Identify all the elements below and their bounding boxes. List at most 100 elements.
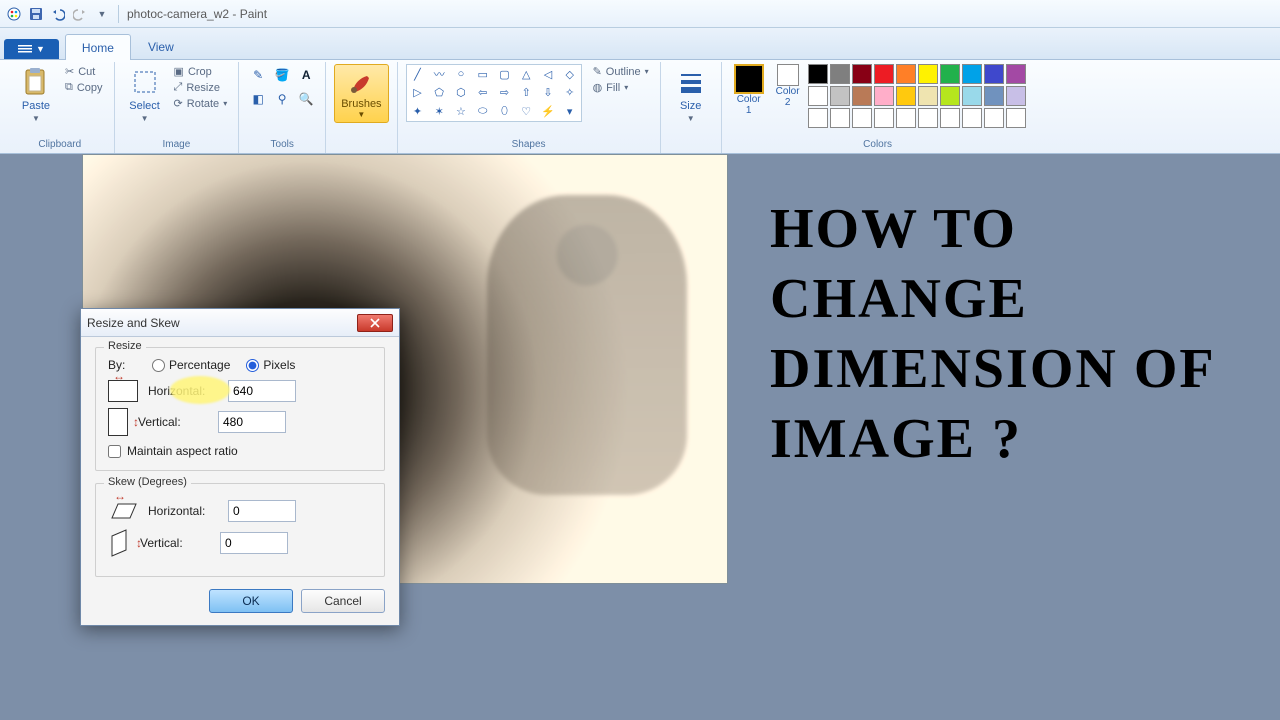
color2-button[interactable]: Color 2 (772, 64, 804, 108)
rotate-button[interactable]: ⟳Rotate ▾ (171, 96, 231, 111)
ribbon-tabs: ▼ Home View (0, 28, 1280, 60)
undo-icon[interactable] (50, 6, 66, 22)
palette-swatch[interactable] (940, 64, 960, 84)
group-label-tools: Tools (247, 138, 317, 152)
qat-dropdown-icon[interactable]: ▼ (94, 6, 110, 22)
select-button[interactable]: Select ▼ (123, 64, 167, 125)
overlay-caption: How to change dimension of image ? (770, 194, 1278, 474)
copy-button[interactable]: ⧉Copy (62, 80, 106, 95)
resize-horizontal-input[interactable] (228, 380, 296, 402)
pencil-tool[interactable]: ✎ (247, 64, 269, 86)
group-label-size (669, 138, 713, 152)
palette-swatch[interactable] (808, 64, 828, 84)
group-brushes: Brushes ▼ (326, 62, 397, 153)
resize-legend: Resize (104, 340, 146, 352)
close-button[interactable] (357, 314, 393, 332)
resize-button[interactable]: ⤢Resize (171, 80, 231, 95)
palette-swatch[interactable] (1006, 108, 1026, 128)
palette-swatch[interactable] (808, 108, 828, 128)
palette-swatch[interactable] (830, 64, 850, 84)
palette-swatch[interactable] (808, 86, 828, 106)
group-label-image: Image (123, 138, 231, 152)
palette-swatch[interactable] (962, 86, 982, 106)
radio-percentage[interactable]: Percentage (152, 358, 230, 372)
palette-swatch[interactable] (1006, 64, 1026, 84)
group-label-clipboard: Clipboard (14, 138, 106, 152)
crop-button[interactable]: ▣Crop (171, 64, 231, 79)
cut-button[interactable]: ✂Cut (62, 64, 106, 79)
window-title: photoc-camera_w2 - Paint (127, 7, 267, 21)
palette-swatch[interactable] (830, 108, 850, 128)
tab-home[interactable]: Home (65, 34, 131, 60)
skew-vertical-input[interactable] (220, 532, 288, 554)
group-clipboard: Paste ▼ ✂Cut ⧉Copy Clipboard (6, 62, 115, 153)
palette-swatch[interactable] (896, 64, 916, 84)
palette-swatch[interactable] (984, 64, 1004, 84)
palette-swatch[interactable] (940, 108, 960, 128)
palette-swatch[interactable] (918, 108, 938, 128)
shape-fill-button[interactable]: ◍Fill ▾ (590, 80, 652, 95)
picker-tool[interactable]: ⚲ (271, 88, 293, 110)
titlebar-divider (118, 5, 119, 23)
ribbon: Paste ▼ ✂Cut ⧉Copy Clipboard Select ▼ ▣C… (0, 60, 1280, 154)
skew-v-icon: ↕ (108, 528, 130, 558)
text-tool[interactable]: A (295, 64, 317, 86)
skew-h-icon: ↔ (108, 500, 138, 522)
palette-swatch[interactable] (962, 64, 982, 84)
close-icon (369, 318, 381, 328)
magnifier-tool[interactable]: 🔍 (295, 88, 317, 110)
resize-fieldset: Resize By: Percentage Pixels ↔ Horizonta… (95, 347, 385, 471)
cancel-button[interactable]: Cancel (301, 589, 385, 613)
palette-swatch[interactable] (1006, 86, 1026, 106)
color1-swatch (734, 64, 764, 94)
palette-swatch[interactable] (874, 86, 894, 106)
tab-view[interactable]: View (131, 33, 191, 59)
color-palette[interactable] (808, 64, 1026, 128)
color1-button[interactable]: Color 1 (730, 64, 768, 116)
shapes-gallery[interactable]: ╱〰○▭▢△◁◇ ▷⬠⬡⇦⇨⇧⇩✧ ✦✶☆⬭⬯♡⚡▾ (406, 64, 582, 122)
palette-swatch[interactable] (962, 108, 982, 128)
palette-swatch[interactable] (896, 86, 916, 106)
ok-button[interactable]: OK (209, 589, 293, 613)
app-icon (6, 6, 22, 22)
rotate-icon: ⟳ (174, 97, 183, 110)
palette-swatch[interactable] (896, 108, 916, 128)
palette-swatch[interactable] (830, 86, 850, 106)
save-icon[interactable] (28, 6, 44, 22)
cut-icon: ✂ (65, 65, 74, 78)
palette-swatch[interactable] (940, 86, 960, 106)
maintain-aspect-checkbox[interactable]: Maintain aspect ratio (108, 444, 372, 458)
resize-vertical-input[interactable] (218, 411, 286, 433)
size-icon (675, 66, 707, 98)
dialog-titlebar[interactable]: Resize and Skew (81, 309, 399, 337)
skew-horizontal-input[interactable] (228, 500, 296, 522)
group-size: Size ▼ (661, 62, 722, 153)
palette-swatch[interactable] (852, 108, 872, 128)
fill-tool[interactable]: 🪣 (271, 64, 293, 86)
group-colors: Color 1 Color 2 Colors (722, 62, 1034, 153)
palette-swatch[interactable] (918, 64, 938, 84)
resize-v-icon: ↕ (108, 408, 128, 436)
skew-fieldset: Skew (Degrees) ↔ Horizontal: ↕ Vertical: (95, 483, 385, 577)
crop-icon: ▣ (174, 65, 184, 78)
palette-swatch[interactable] (984, 86, 1004, 106)
brush-icon (346, 68, 376, 98)
brushes-button[interactable]: Brushes ▼ (334, 64, 388, 123)
redo-icon[interactable] (72, 6, 88, 22)
resize-h-icon: ↔ (108, 380, 138, 402)
copy-icon: ⧉ (65, 81, 73, 94)
size-button[interactable]: Size ▼ (669, 64, 713, 125)
palette-swatch[interactable] (984, 108, 1004, 128)
palette-swatch[interactable] (852, 64, 872, 84)
eraser-tool[interactable]: ◧ (247, 88, 269, 110)
palette-swatch[interactable] (874, 64, 894, 84)
resize-icon: ⤢ (174, 81, 183, 94)
radio-pixels[interactable]: Pixels (246, 358, 295, 372)
file-tab[interactable]: ▼ (4, 39, 59, 59)
palette-swatch[interactable] (918, 86, 938, 106)
palette-swatch[interactable] (852, 86, 872, 106)
paste-button[interactable]: Paste ▼ (14, 64, 58, 125)
palette-swatch[interactable] (874, 108, 894, 128)
shape-outline-button[interactable]: ✎Outline ▾ (590, 64, 652, 79)
skew-legend: Skew (Degrees) (104, 476, 191, 488)
